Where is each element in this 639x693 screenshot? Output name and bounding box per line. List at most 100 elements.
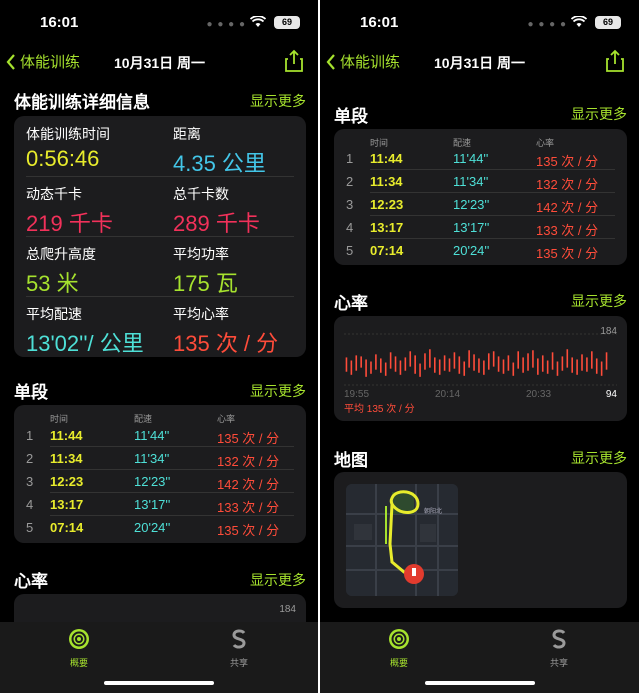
map-road-label: 朝阳北 (424, 507, 442, 515)
share-icon[interactable] (284, 49, 304, 73)
chevron-left-icon (6, 53, 15, 70)
left-screen: 16:01 ● ● ● ● 69 体能训练 10月31日 周一 体能训练详细信息… (0, 0, 318, 693)
metric-elevation: 总爬升高度 53 米 (26, 244, 96, 298)
split-pace: 13'17'' (453, 220, 490, 235)
split-index: 5 (26, 520, 34, 535)
battery-icon: 69 (595, 16, 621, 29)
split-pace: 11'44'' (134, 428, 170, 443)
signal-icon: ● ● ● ● (206, 19, 246, 30)
split-time: 13:17 (50, 497, 84, 512)
splits-heading: 单段 (14, 383, 48, 402)
right-screen: 16:01 ● ● ● ● 69 体能训练 10月31日 周一 单段 显示更多 … (320, 0, 639, 693)
status-bar: 16:01 ● ● ● ● 69 (0, 0, 318, 44)
tab-share[interactable]: 共享 (214, 628, 264, 669)
metric-value: 53 米 (26, 271, 79, 296)
split-index: 4 (26, 497, 34, 512)
split-time: 12:23 (50, 474, 84, 489)
splits-heading: 单段 (334, 107, 368, 126)
metric-label: 动态千卡 (26, 186, 82, 202)
back-button[interactable]: 体能训练 (6, 51, 80, 72)
map-show-more[interactable]: 显示更多 (571, 448, 627, 468)
chevron-left-icon (326, 53, 335, 70)
split-index: 3 (346, 197, 354, 212)
metric-distance: 距离 4.35 公里 (173, 124, 266, 178)
split-hr: 135 次 / 分 (217, 523, 280, 538)
metric-value: 175 瓦 (173, 271, 238, 296)
wifi-icon (250, 16, 266, 27)
split-row: 2 11:34 11'34'' 132 次 / 分 (334, 170, 627, 193)
heart-rate-show-more[interactable]: 显示更多 (571, 291, 627, 311)
split-time: 11:44 (50, 428, 83, 443)
wifi-icon (571, 16, 587, 27)
back-label: 体能训练 (340, 54, 401, 71)
home-indicator (424, 681, 535, 685)
tab-summary-label: 概要 (389, 658, 408, 668)
heart-rate-heading: 心率 (14, 572, 48, 591)
split-row: 4 13:17 13'17'' 133 次 / 分 (14, 493, 306, 516)
home-indicator (104, 681, 214, 685)
split-hr: 135 次 / 分 (536, 246, 599, 261)
x-tick-label: 19:55 (344, 389, 369, 400)
split-hr: 133 次 / 分 (536, 223, 599, 238)
route-map[interactable]: 朝阳北 (346, 484, 458, 596)
split-pace: 11'34'' (453, 174, 489, 189)
heart-rate-show-more[interactable]: 显示更多 (250, 570, 306, 590)
status-time: 16:01 (360, 14, 399, 31)
split-hr: 142 次 / 分 (536, 200, 599, 215)
split-time: 07:14 (370, 243, 404, 258)
metric-label: 总千卡数 (173, 186, 229, 202)
metric-label: 平均心率 (173, 306, 229, 322)
metric-value: 13'02''/ 公里 (26, 331, 144, 356)
split-row: 5 07:14 20'24'' 135 次 / 分 (334, 239, 627, 262)
splits-show-more[interactable]: 显示更多 (571, 104, 627, 124)
map-heading: 地图 (334, 451, 368, 470)
x-tick-label: 20:33 (526, 389, 551, 400)
battery-icon: 69 (274, 16, 300, 29)
hr-bar-group (345, 349, 608, 377)
route-map-graphic: 朝阳北 (346, 484, 458, 596)
split-index: 4 (346, 220, 354, 235)
map-card[interactable]: 朝阳北 (334, 472, 627, 608)
details-show-more[interactable]: 显示更多 (250, 91, 306, 111)
signal-icon: ● ● ● ● (527, 19, 567, 30)
split-time: 11:34 (370, 174, 403, 189)
activity-rings-icon (69, 629, 89, 649)
splits-show-more[interactable]: 显示更多 (250, 381, 306, 401)
back-button[interactable]: 体能训练 (326, 51, 400, 72)
metric-value: 219 千卡 (26, 211, 113, 236)
metric-workout-time: 体能训练时间 0:56:46 (26, 124, 110, 172)
share-icon[interactable] (605, 49, 625, 73)
split-hr: 135 次 / 分 (536, 154, 599, 169)
metric-label: 平均配速 (26, 306, 82, 322)
split-hr: 135 次 / 分 (217, 431, 280, 446)
metric-active-kcal: 动态千卡 219 千卡 (26, 184, 113, 238)
heart-rate-heading: 心率 (334, 294, 368, 313)
hr-max-label: 184 (600, 326, 617, 337)
split-index: 2 (346, 174, 354, 189)
tab-summary[interactable]: 概要 (374, 628, 424, 669)
split-hr: 133 次 / 分 (217, 500, 280, 515)
split-row: 5 07:14 20'24'' 135 次 / 分 (14, 516, 306, 539)
details-heading: 体能训练详细信息 (14, 93, 150, 112)
details-card: 体能训练时间 0:56:46 距离 4.35 公里 动态千卡 219 千卡 总千… (14, 116, 306, 357)
metric-avg-power: 平均功率 175 瓦 (173, 244, 238, 298)
nav-bar: 体能训练 10月31日 周一 (0, 44, 318, 80)
split-index: 3 (26, 474, 34, 489)
split-time: 13:17 (370, 220, 404, 235)
divider (26, 296, 294, 297)
metric-label: 平均功率 (173, 246, 229, 262)
hr-average-label: 平均 135 次 / 分 (344, 404, 415, 415)
hr-min-label: 94 (606, 389, 618, 400)
tab-summary[interactable]: 概要 (54, 628, 104, 669)
heart-rate-card[interactable]: 184 94 19:55 20:14 20:33 平均 135 次 / 分 (334, 316, 627, 421)
metric-value: 289 千卡 (173, 211, 260, 236)
split-pace: 11'34'' (134, 451, 170, 466)
tab-share[interactable]: 共享 (534, 628, 584, 669)
split-pace: 12'23'' (134, 474, 171, 489)
split-pace: 12'23'' (453, 197, 490, 212)
split-index: 1 (26, 428, 34, 443)
back-label: 体能训练 (20, 54, 81, 71)
split-pace: 20'24'' (134, 520, 171, 535)
split-row: 3 12:23 12'23'' 142 次 / 分 (14, 470, 306, 493)
status-time: 16:01 (40, 14, 79, 31)
